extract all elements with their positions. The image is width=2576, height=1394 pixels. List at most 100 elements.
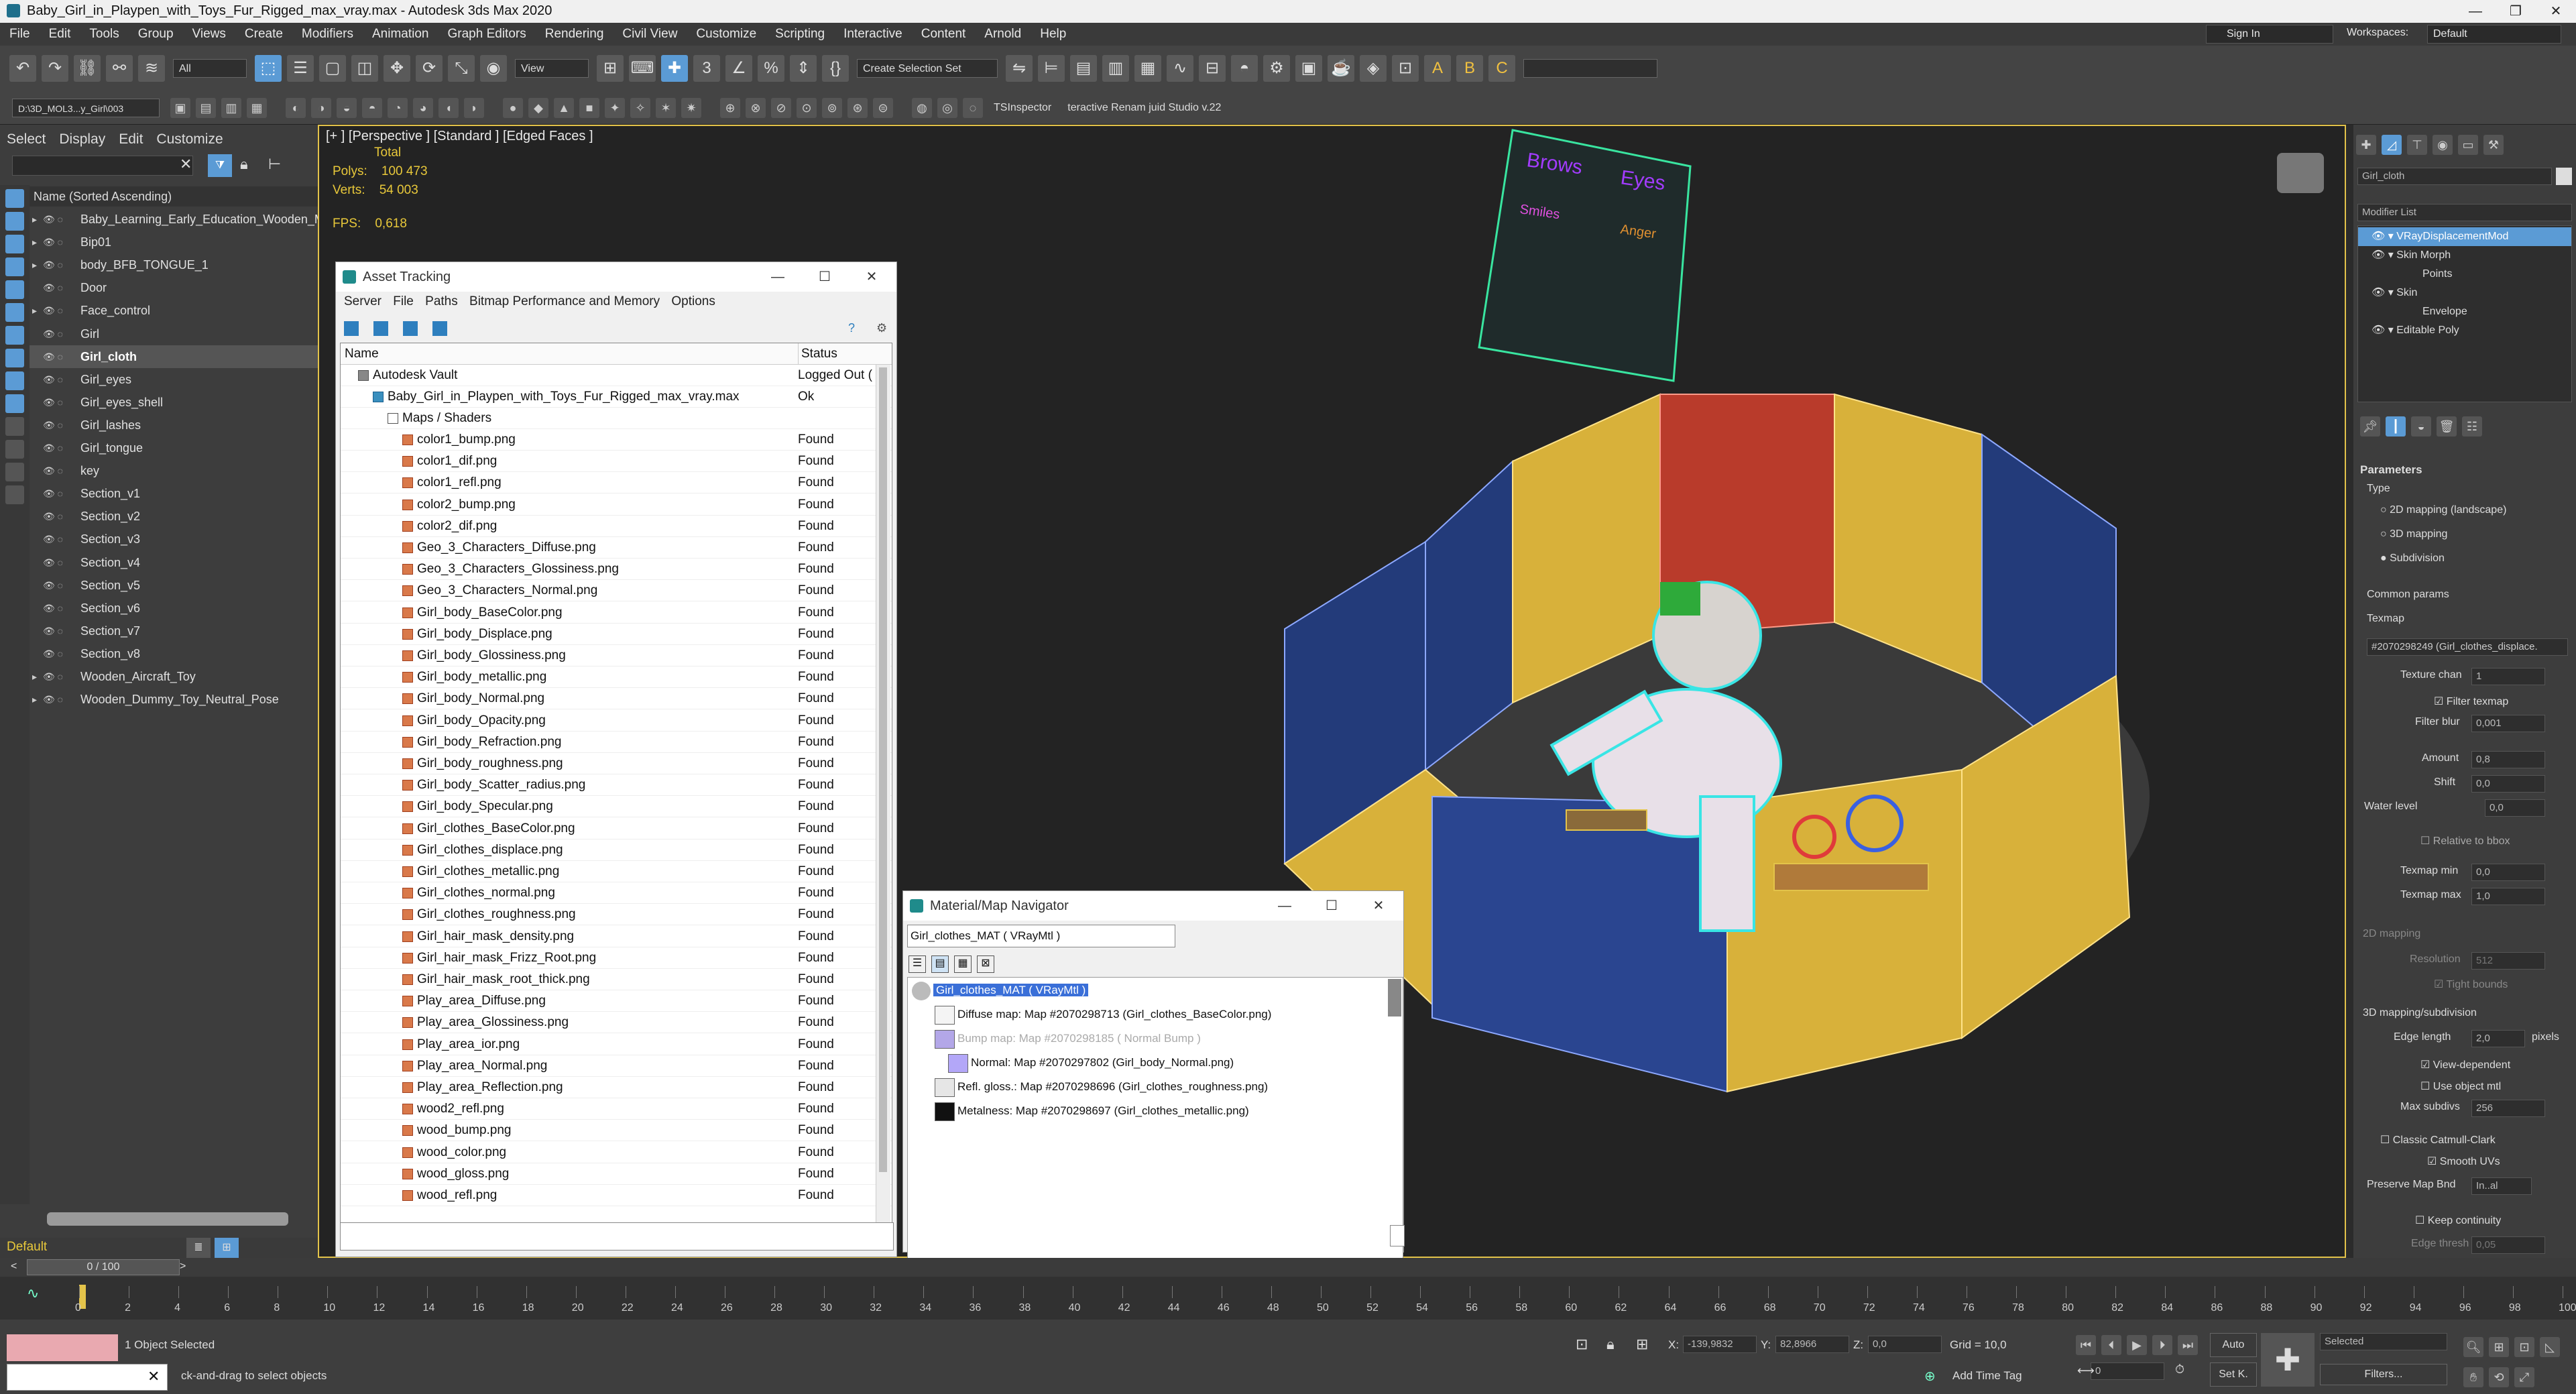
tab-edit[interactable]: Edit: [112, 125, 150, 154]
orbit-icon[interactable]: ⟲: [2489, 1367, 2509, 1387]
lock-icon[interactable]: 🔒︎: [240, 156, 248, 173]
pivot-icon[interactable]: ⊞: [597, 55, 624, 82]
ribbon-tool-14-icon[interactable]: ✧: [630, 97, 650, 118]
auto-key-button[interactable]: Auto: [2210, 1333, 2257, 1357]
ribbon-tool-7-icon[interactable]: ◖: [438, 97, 459, 118]
menu-help[interactable]: Help: [1031, 23, 1075, 46]
column-name[interactable]: Name: [345, 343, 379, 365]
explorer-item[interactable]: ▸ 👁︎ ◌ body_BFB_TONGUE_1: [30, 253, 318, 276]
track-bar[interactable]: ∿ 0 2 4 6 8 10 12 14 16 18 20 22 24 26 28 30 32 34 36 38 40 4…: [0, 1277, 2576, 1320]
preserve-map-dropdown[interactable]: In..al: [2471, 1177, 2532, 1195]
explorer-item[interactable]: 👁︎ ◌ Section_v1: [30, 482, 318, 505]
display-filter-icon[interactable]: [5, 485, 24, 504]
render-icon[interactable]: ☕: [1328, 55, 1354, 82]
place-icon[interactable]: ◉: [480, 55, 507, 82]
utilities-tab-icon[interactable]: ⚒: [2483, 135, 2504, 155]
menu-server[interactable]: Server: [344, 294, 382, 308]
water-level-spinner[interactable]: 0,0: [2485, 799, 2545, 817]
object-color-swatch[interactable]: [2556, 168, 2572, 185]
ribbon-tool-18-icon[interactable]: ⊗: [746, 97, 766, 118]
sign-in-dropdown[interactable]: Sign In: [2206, 25, 2333, 44]
visibility-toggle-icon[interactable]: 👁︎ ◌: [43, 368, 63, 391]
visibility-toggle-icon[interactable]: 👁︎ ◌: [43, 459, 63, 482]
object-name-field[interactable]: Girl_cloth: [2357, 168, 2552, 185]
asset-map-row[interactable]: color1_refl.png Found: [341, 472, 892, 494]
next-frame-icon[interactable]: >: [180, 1261, 186, 1273]
asset-map-row[interactable]: Girl_body_Glossiness.png Found: [341, 645, 892, 666]
workspace-dropdown[interactable]: Default: [2427, 25, 2561, 44]
explorer-item[interactable]: 👁︎ ◌ Girl_eyes: [30, 368, 318, 391]
explorer-item[interactable]: ▸ 👁︎ ◌ Bip01: [30, 231, 318, 253]
map-row-normal[interactable]: Normal: Map #2070297802 (Girl_body_Norma…: [948, 1053, 1234, 1073]
asset-map-row[interactable]: Girl_clothes_roughness.png Found: [341, 904, 892, 926]
menu-content[interactable]: Content: [912, 23, 976, 46]
ribbon-tool-19-icon[interactable]: ⊘: [771, 97, 791, 118]
expand-arrow-icon[interactable]: ▸: [32, 253, 37, 276]
asset-map-row[interactable]: Geo_3_Characters_Normal.png Found: [341, 580, 892, 602]
ribbon-tool-26-icon[interactable]: ◌: [963, 97, 983, 118]
texmap-min-spinner[interactable]: 0,0: [2471, 864, 2545, 881]
align-icon[interactable]: ⊨: [1038, 55, 1065, 82]
modifier-stack-item[interactable]: 👁︎ ▾ VRayDisplacementMod: [2358, 227, 2571, 246]
ribbon-tool-2-icon[interactable]: ◑: [311, 97, 331, 118]
ribbon-tool-12-icon[interactable]: ■: [579, 97, 599, 118]
rotate-icon[interactable]: ⟳: [416, 55, 443, 82]
asset-map-row[interactable]: Girl_hair_mask_Frizz_Root.png Found: [341, 947, 892, 969]
menu-modifiers[interactable]: Modifiers: [292, 23, 363, 46]
filter-blur-spinner[interactable]: 0,001: [2471, 715, 2545, 732]
rect-selection-icon[interactable]: ▢: [319, 55, 346, 82]
curve-editor-mini-icon[interactable]: ∿: [27, 1285, 39, 1302]
key-filter-dropdown[interactable]: Selected: [2320, 1333, 2447, 1350]
motion-tab-icon[interactable]: ◉: [2433, 135, 2453, 155]
menu-scripting[interactable]: Scripting: [766, 23, 834, 46]
menu-file[interactable]: File: [393, 294, 414, 308]
field-of-view-icon[interactable]: ◺: [2540, 1336, 2560, 1357]
pin-stack-icon[interactable]: 📌︎: [2360, 416, 2380, 437]
project-path-dropdown[interactable]: D:\3D_MOL3...y_Girl\003: [12, 98, 160, 117]
arnold-b-icon[interactable]: B: [1456, 55, 1483, 82]
ribbon-tool-25-icon[interactable]: ◎: [937, 97, 957, 118]
menu-group[interactable]: Group: [129, 23, 183, 46]
texmap-max-spinner[interactable]: 1,0: [2471, 888, 2545, 905]
visibility-toggle-icon[interactable]: 👁︎ ◌: [43, 528, 63, 550]
ribbon-tool-24-icon[interactable]: ◍: [912, 97, 932, 118]
asset-map-row[interactable]: wood_gloss.png Found: [341, 1163, 892, 1185]
menu-rendering[interactable]: Rendering: [536, 23, 613, 46]
asset-map-row[interactable]: Play_area_Reflection.png Found: [341, 1077, 892, 1098]
column-status[interactable]: Status: [798, 343, 837, 365]
clear-search-icon[interactable]: ✕: [180, 156, 192, 173]
explorer-item[interactable]: 👁︎ ◌ Girl: [30, 323, 318, 345]
ribbon-tool-9-icon[interactable]: ●: [503, 97, 523, 118]
visibility-toggle-icon[interactable]: 👁︎ ◌: [43, 208, 63, 231]
modifier-toggle-icon[interactable]: 👁︎ ▾: [2372, 325, 2396, 336]
asset-map-row[interactable]: color1_bump.png Found: [341, 429, 892, 451]
explorer-search-input[interactable]: [12, 156, 193, 176]
asset-map-row[interactable]: wood2_refl.png Found: [341, 1098, 892, 1120]
tab-display[interactable]: Display: [52, 125, 112, 154]
close-button[interactable]: ✕: [2536, 0, 2576, 23]
material-name-field[interactable]: Girl_clothes_MAT ( VRayMtl ): [907, 925, 1175, 947]
display-tab-icon[interactable]: ▭: [2458, 135, 2478, 155]
menu-bitmap-performance[interactable]: Bitmap Performance and Memory: [469, 294, 660, 308]
explorer-item[interactable]: 👁︎ ◌ Section_v2: [30, 505, 318, 528]
help-icon[interactable]: ?: [848, 321, 863, 336]
layer-select-icon[interactable]: ⊞: [215, 1238, 239, 1258]
parameters-rollout[interactable]: Parameters: [2360, 460, 2569, 480]
map-row-diffuse[interactable]: Diffuse map: Map #2070298713 (Girl_cloth…: [935, 1004, 1271, 1025]
asset-map-row[interactable]: Girl_clothes_BaseColor.png Found: [341, 818, 892, 839]
resolution-spinner[interactable]: 512: [2471, 952, 2545, 970]
view-large-icons-icon[interactable]: ⊠: [977, 955, 994, 973]
select-object-icon[interactable]: ⬚: [255, 55, 282, 82]
modifier-list-dropdown[interactable]: Modifier List: [2357, 204, 2572, 221]
asset-map-row[interactable]: Play_area_Diffuse.png Found: [341, 990, 892, 1012]
explorer-item[interactable]: ▸ 👁︎ ◌ Wooden_Dummy_Toy_Neutral_Pose: [30, 688, 318, 711]
dialog-minimize-button[interactable]: —: [754, 262, 801, 292]
set-key-button[interactable]: Set K.: [2210, 1362, 2257, 1387]
asset-path-field[interactable]: [340, 1222, 894, 1251]
menu-graph-editors[interactable]: Graph Editors: [438, 23, 536, 46]
menu-file[interactable]: File: [0, 23, 40, 46]
selection-filter-dropdown[interactable]: All: [173, 59, 247, 78]
tsinspector-label[interactable]: TSInspector: [994, 102, 1051, 114]
display-filter-icon[interactable]: [5, 257, 24, 276]
visibility-toggle-icon[interactable]: 👁︎ ◌: [43, 551, 63, 574]
